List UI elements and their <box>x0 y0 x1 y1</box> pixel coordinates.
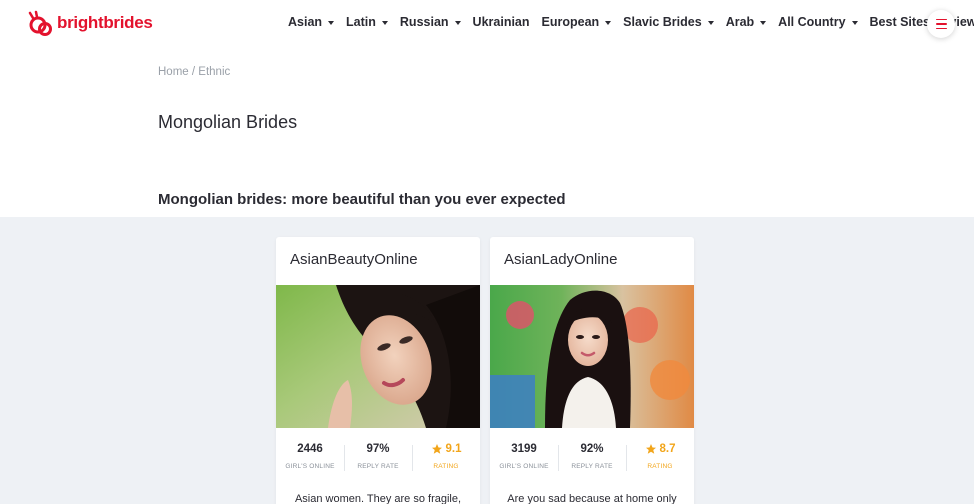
hamburger-icon-line <box>935 27 947 30</box>
stat-value: 97% <box>366 443 390 455</box>
site-card-description: Are you sad because at home only <box>507 493 677 504</box>
stat-value: 3199 <box>511 443 537 455</box>
breadcrumb: Home / Ethnic <box>158 66 230 78</box>
main-nav: Asian Latin Russian Ukrainian European S… <box>288 15 974 29</box>
site-card-photo[interactable] <box>276 285 480 428</box>
chevron-down-icon <box>707 20 714 25</box>
nav-label: All Country <box>778 15 846 29</box>
nav-label: Russian <box>399 15 449 29</box>
brand-logo[interactable]: brightbrides <box>28 9 153 37</box>
stat-value-row: 9.1 <box>412 442 480 456</box>
site-card-asianladyonline[interactable]: AsianLadyOnline 3199 GIRL'S ONLINE 92% R… <box>490 237 694 504</box>
brightbrides-logo-icon <box>28 10 52 36</box>
stat-label: REPLY RATE <box>571 463 613 470</box>
chevron-down-icon <box>454 20 461 25</box>
hamburger-icon-line <box>935 23 947 25</box>
hamburger-menu-button[interactable] <box>927 10 955 38</box>
stat-label: RATING <box>433 463 459 470</box>
nav-label: Best Sites Reviews <box>869 15 974 29</box>
breadcrumb-current-link[interactable]: Ethnic <box>198 66 230 78</box>
nav-item-european[interactable]: European <box>542 15 612 29</box>
section-heading: Mongolian brides: more beautiful than yo… <box>158 191 566 208</box>
breadcrumb-separator: / <box>188 66 199 78</box>
site-card-photo[interactable] <box>490 285 694 428</box>
hamburger-icon <box>935 18 947 21</box>
site-card-description: Asian women. They are so fragile, <box>294 493 462 504</box>
site-card-name[interactable]: AsianBeautyOnline <box>290 251 418 268</box>
nav-label: Arab <box>725 15 755 29</box>
nav-label: Ukrainian <box>472 15 530 29</box>
nav-item-ukrainian[interactable]: Ukrainian <box>473 15 530 29</box>
nav-label: Asian <box>288 15 323 29</box>
profile-photo-image <box>490 285 694 428</box>
nav-label: European <box>541 15 600 29</box>
stat-reply-rate: 92% REPLY RATE <box>558 442 626 478</box>
rating-value: 9.1 <box>445 443 462 455</box>
stat-value-row: 8.7 <box>626 442 694 456</box>
stat-girls-online: 3199 GIRL'S ONLINE <box>490 442 558 478</box>
stat-rating: 8.7 RATING <box>626 442 694 478</box>
site-card-name[interactable]: AsianLadyOnline <box>504 251 617 268</box>
breadcrumb-home-link[interactable]: Home <box>158 66 189 78</box>
site-card-stats: 2446 GIRL'S ONLINE 97% REPLY RATE 9.1 RA… <box>276 442 480 478</box>
page-title: Mongolian Brides <box>158 112 298 132</box>
site-header: brightbrides Asian Latin Russian Ukraini… <box>0 0 974 46</box>
stat-value: 92% <box>580 443 604 455</box>
chevron-down-icon <box>851 20 858 25</box>
cards-section-background <box>0 217 974 504</box>
stat-girls-online: 2446 GIRL'S ONLINE <box>276 442 344 478</box>
stat-label: GIRL'S ONLINE <box>499 463 549 470</box>
stat-label: GIRL'S ONLINE <box>285 463 335 470</box>
stat-reply-rate: 97% REPLY RATE <box>344 442 412 478</box>
stat-value: 2446 <box>297 443 323 455</box>
chevron-down-icon <box>328 20 335 25</box>
star-icon <box>431 444 442 454</box>
nav-item-all-country[interactable]: All Country <box>778 15 858 29</box>
stat-label: REPLY RATE <box>357 463 399 470</box>
nav-item-arab[interactable]: Arab <box>725 15 767 29</box>
profile-photo-image <box>276 285 480 428</box>
nav-item-asian[interactable]: Asian <box>288 15 335 29</box>
rating-value: 8.7 <box>659 443 676 455</box>
nav-item-russian[interactable]: Russian <box>400 15 461 29</box>
nav-item-latin[interactable]: Latin <box>346 15 388 29</box>
chevron-down-icon <box>381 20 388 25</box>
nav-label: Slavic Brides <box>623 15 702 29</box>
chevron-down-icon <box>760 20 767 25</box>
nav-label: Latin <box>346 15 376 29</box>
chevron-down-icon <box>605 20 612 25</box>
stat-label: RATING <box>647 463 673 470</box>
nav-item-best-sites-reviews[interactable]: Best Sites Reviews <box>870 15 974 29</box>
nav-item-slavic-brides[interactable]: Slavic Brides <box>623 15 714 29</box>
brand-name: brightbrides <box>57 13 153 32</box>
site-card-asianbeautyonline[interactable]: AsianBeautyOnline 2446 GIRL'S ONLINE 97%… <box>276 237 480 504</box>
site-card-stats: 3199 GIRL'S ONLINE 92% REPLY RATE 8.7 RA… <box>490 442 694 478</box>
stat-rating: 9.1 RATING <box>412 442 480 478</box>
star-icon <box>645 444 656 454</box>
